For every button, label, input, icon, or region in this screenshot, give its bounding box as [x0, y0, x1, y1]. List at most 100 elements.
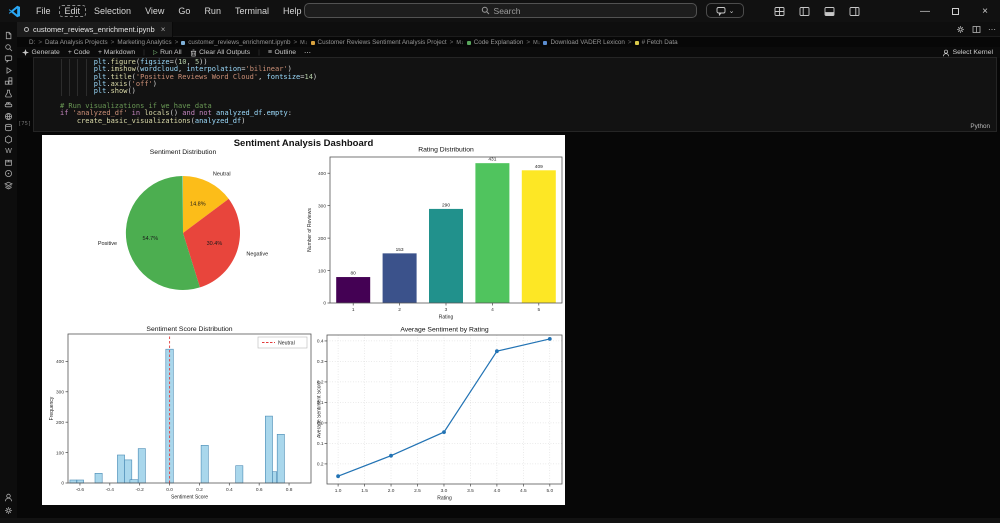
- maximize-icon: [951, 7, 959, 15]
- activity-jupyter-icon[interactable]: [0, 168, 17, 179]
- activity-explorer-icon[interactable]: [0, 30, 17, 41]
- chart-dot: [7, 172, 10, 175]
- split-editor-icon[interactable]: [972, 25, 981, 34]
- toggle-secondary-sidebar-icon[interactable]: [849, 6, 860, 17]
- add-code-button[interactable]: + Code: [68, 49, 90, 56]
- activity-settings-icon[interactable]: [0, 505, 17, 516]
- toggle-panel-icon[interactable]: [824, 6, 835, 17]
- person-icon: [942, 49, 949, 56]
- chart-text: 409: [535, 164, 543, 170]
- outline-label: Outline: [274, 49, 297, 56]
- menu-help[interactable]: Help: [277, 5, 308, 17]
- menu-edit[interactable]: Edit: [58, 5, 87, 17]
- chart-text: 1.0: [335, 488, 342, 494]
- language-picker[interactable]: Python: [970, 123, 990, 130]
- customize-layout-icon[interactable]: [774, 6, 785, 17]
- chart-path: [5, 31, 12, 40]
- activity-layers-icon[interactable]: [0, 180, 17, 191]
- code-line: create_basic_visualizations(analyzed_df): [76, 116, 246, 125]
- activity-run-and-debug-icon[interactable]: [0, 65, 17, 76]
- breadcrumb-item[interactable]: # Fetch Data: [642, 39, 678, 46]
- activity-wandb-icon[interactable]: W: [0, 145, 17, 156]
- execution-count: [75]: [18, 121, 32, 127]
- chart-shape: [5, 123, 12, 127]
- menu-bar: File Edit Selection View Go Run Terminal…: [30, 5, 307, 17]
- generate-label: Generate: [31, 49, 60, 56]
- data-point-rating-1: [336, 474, 340, 479]
- activity-remote-icon[interactable]: [0, 111, 17, 122]
- more-actions-icon[interactable]: ⋯: [988, 25, 996, 34]
- chart-rect: [716, 6, 726, 13]
- menu-terminal[interactable]: Terminal: [229, 5, 275, 17]
- maximize-button[interactable]: [940, 0, 970, 22]
- toolbar-more-icon[interactable]: ⋯: [304, 49, 311, 57]
- tab-strip-actions: ⋯: [956, 23, 996, 36]
- chart-text: 0: [323, 301, 326, 307]
- clear-outputs-button[interactable]: Clear All Outputs: [190, 49, 250, 57]
- outline-button[interactable]: ≡ Outline: [268, 49, 296, 56]
- chart-text: Neutral: [213, 171, 231, 177]
- chart-dot: [958, 27, 963, 32]
- hist-bar: [272, 471, 277, 484]
- code-editor[interactable]: plt.figure(figsize=(10, 5)) plt.imshow(w…: [60, 58, 317, 125]
- hist-bar: [235, 465, 244, 484]
- activity-extensions-icon[interactable]: [0, 76, 17, 87]
- bar-rating-1: [336, 277, 371, 303]
- run-all-button[interactable]: ▷ Run All: [153, 49, 182, 56]
- menu-file[interactable]: File: [30, 5, 57, 17]
- breadcrumb-separator: >: [293, 39, 298, 46]
- minimize-button[interactable]: —: [910, 0, 940, 22]
- breadcrumb-item[interactable]: Download VADER Lexicon: [550, 39, 624, 46]
- activity-chat-icon[interactable]: [0, 53, 17, 64]
- activity-database-icon[interactable]: [0, 122, 17, 133]
- markdown-cell-icon: [543, 40, 548, 45]
- toggle-primary-sidebar-icon[interactable]: [799, 6, 810, 17]
- activity-testing-icon[interactable]: [0, 88, 17, 99]
- markdown-cell-icon: M↓: [533, 39, 541, 46]
- menu-view[interactable]: View: [139, 5, 170, 17]
- breadcrumb-item[interactable]: Customer Reviews Sentiment Analysis Proj…: [318, 39, 447, 46]
- generate-button[interactable]: Generate: [22, 49, 60, 56]
- chart-text: 4.0: [494, 488, 501, 494]
- tab-close-icon[interactable]: ×: [161, 25, 166, 34]
- breadcrumb-item[interactable]: customer_reviews_enrichment.ipynb: [188, 39, 290, 46]
- chart-text: 14.8%: [190, 201, 206, 207]
- chart-text: 0.6: [256, 487, 263, 493]
- activity-account-icon[interactable]: [0, 492, 17, 503]
- chart-rect: [4, 55, 13, 61]
- sentiment-line: [337, 338, 550, 477]
- command-search-input[interactable]: Search: [304, 3, 697, 18]
- settings-gear-icon[interactable]: [956, 25, 965, 34]
- menu-go[interactable]: Go: [172, 5, 196, 17]
- chart-text: 2.0: [388, 488, 395, 494]
- activity-package-icon[interactable]: [0, 157, 17, 168]
- chart-text: 0.0: [166, 487, 173, 493]
- menu-selection[interactable]: Selection: [88, 5, 137, 17]
- tab-notebook[interactable]: customer_reviews_enrichment.ipynb ×: [17, 22, 174, 37]
- chart-rect: [8, 77, 13, 82]
- chart-text: 2.5: [414, 488, 421, 494]
- hist-bar: [76, 479, 84, 484]
- chart-text: 0.4: [317, 339, 324, 345]
- breadcrumb-item[interactable]: Data Analysis Projects: [45, 39, 108, 46]
- chart-text: 5.0: [546, 488, 553, 494]
- activity-search-icon[interactable]: [0, 42, 17, 53]
- chart-path: [942, 52, 949, 56]
- add-markdown-button[interactable]: + Markdown: [98, 49, 135, 56]
- code-cell[interactable]: plt.figure(figsize=(10, 5)) plt.imshow(w…: [33, 57, 997, 132]
- search-placeholder: Search: [493, 5, 521, 16]
- chart-text: 431: [488, 157, 496, 163]
- chart-rect: [8, 80, 13, 85]
- breadcrumb-separator: >: [627, 39, 632, 46]
- activity-api-client-icon[interactable]: [0, 134, 17, 145]
- breadcrumb-item[interactable]: D:: [29, 39, 35, 46]
- chart-text: 3.5: [467, 488, 474, 494]
- activity-docker-icon[interactable]: [0, 99, 17, 110]
- hist-bar: [137, 448, 146, 484]
- close-button[interactable]: ×: [970, 0, 1000, 22]
- data-point-rating-4: [495, 349, 499, 354]
- copilot-button[interactable]: ⌄: [706, 3, 744, 18]
- menu-run[interactable]: Run: [198, 5, 227, 17]
- breadcrumb-item[interactable]: Code Explanation: [474, 39, 524, 46]
- breadcrumb-item[interactable]: Marketing Analytics: [117, 39, 171, 46]
